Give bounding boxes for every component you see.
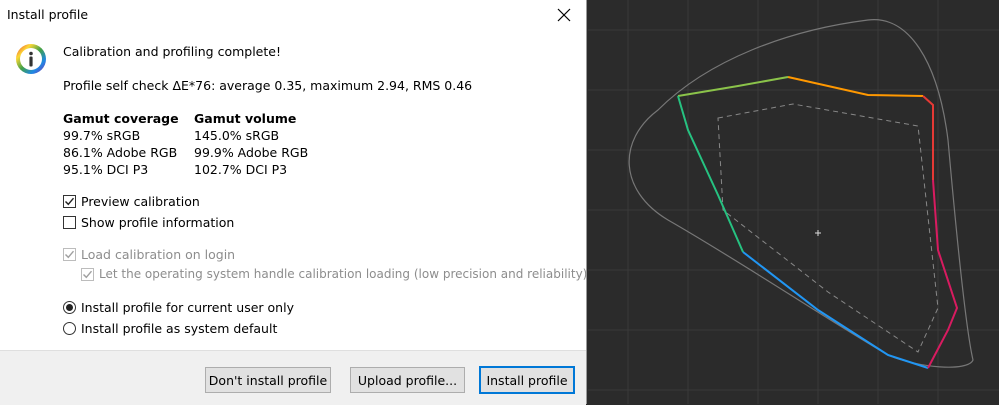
- gamut-volume-adobe-rgb: 99.9% Adobe RGB: [194, 145, 309, 160]
- show-profile-info-label[interactable]: Show profile information: [81, 215, 234, 230]
- os-handle-calibration-label: Let the operating system handle calibrat…: [99, 267, 588, 281]
- gamut-volume-dci-p3: 102.7% DCI P3: [194, 162, 288, 177]
- gamut-coverage-adobe-rgb: 86.1% Adobe RGB: [63, 145, 178, 160]
- checkmark-icon: [83, 270, 93, 279]
- preview-calibration-checkbox[interactable]: [63, 195, 76, 208]
- button-bar: Don't install profile Upload profile... …: [0, 350, 586, 405]
- close-icon: [557, 8, 571, 22]
- gamut-volume-header: Gamut volume: [194, 111, 297, 126]
- close-button[interactable]: [542, 0, 586, 30]
- install-profile-dialog: Install profile Calibration and profilin…: [0, 0, 588, 405]
- os-handle-calibration-checkbox[interactable]: [81, 268, 94, 281]
- install-current-user-label[interactable]: Install profile for current user only: [81, 300, 294, 315]
- completion-heading: Calibration and profiling complete!: [63, 44, 281, 59]
- upload-profile-button[interactable]: Upload profile...: [350, 367, 465, 393]
- checkmark-icon: [65, 250, 75, 259]
- show-profile-info-checkbox[interactable]: [63, 216, 76, 229]
- load-on-login-checkbox[interactable]: [63, 248, 76, 261]
- preview-calibration-label[interactable]: Preview calibration: [81, 194, 200, 209]
- radio-selected-dot: [66, 304, 73, 311]
- install-system-default-radio[interactable]: [63, 322, 76, 335]
- info-icon: [16, 44, 46, 74]
- gamut-coverage-header: Gamut coverage: [63, 111, 179, 126]
- gamut-coverage-dci-p3: 95.1% DCI P3: [63, 162, 149, 177]
- title-bar: Install profile: [0, 0, 586, 30]
- gamut-coverage-srgb: 99.7% sRGB: [63, 128, 141, 143]
- gamut-volume-srgb: 145.0% sRGB: [194, 128, 280, 143]
- gamut-plot: [588, 0, 999, 404]
- self-check-text: Profile self check ΔE*76: average 0.35, …: [63, 78, 473, 93]
- dont-install-profile-button[interactable]: Don't install profile: [205, 367, 331, 393]
- load-on-login-label: Load calibration on login: [81, 247, 236, 262]
- window-title: Install profile: [7, 7, 89, 22]
- plot-background: [588, 0, 999, 404]
- install-system-default-label[interactable]: Install profile as system default: [81, 321, 277, 336]
- install-current-user-radio[interactable]: [63, 301, 76, 314]
- install-profile-button[interactable]: Install profile: [479, 366, 575, 394]
- checkmark-icon: [65, 197, 75, 206]
